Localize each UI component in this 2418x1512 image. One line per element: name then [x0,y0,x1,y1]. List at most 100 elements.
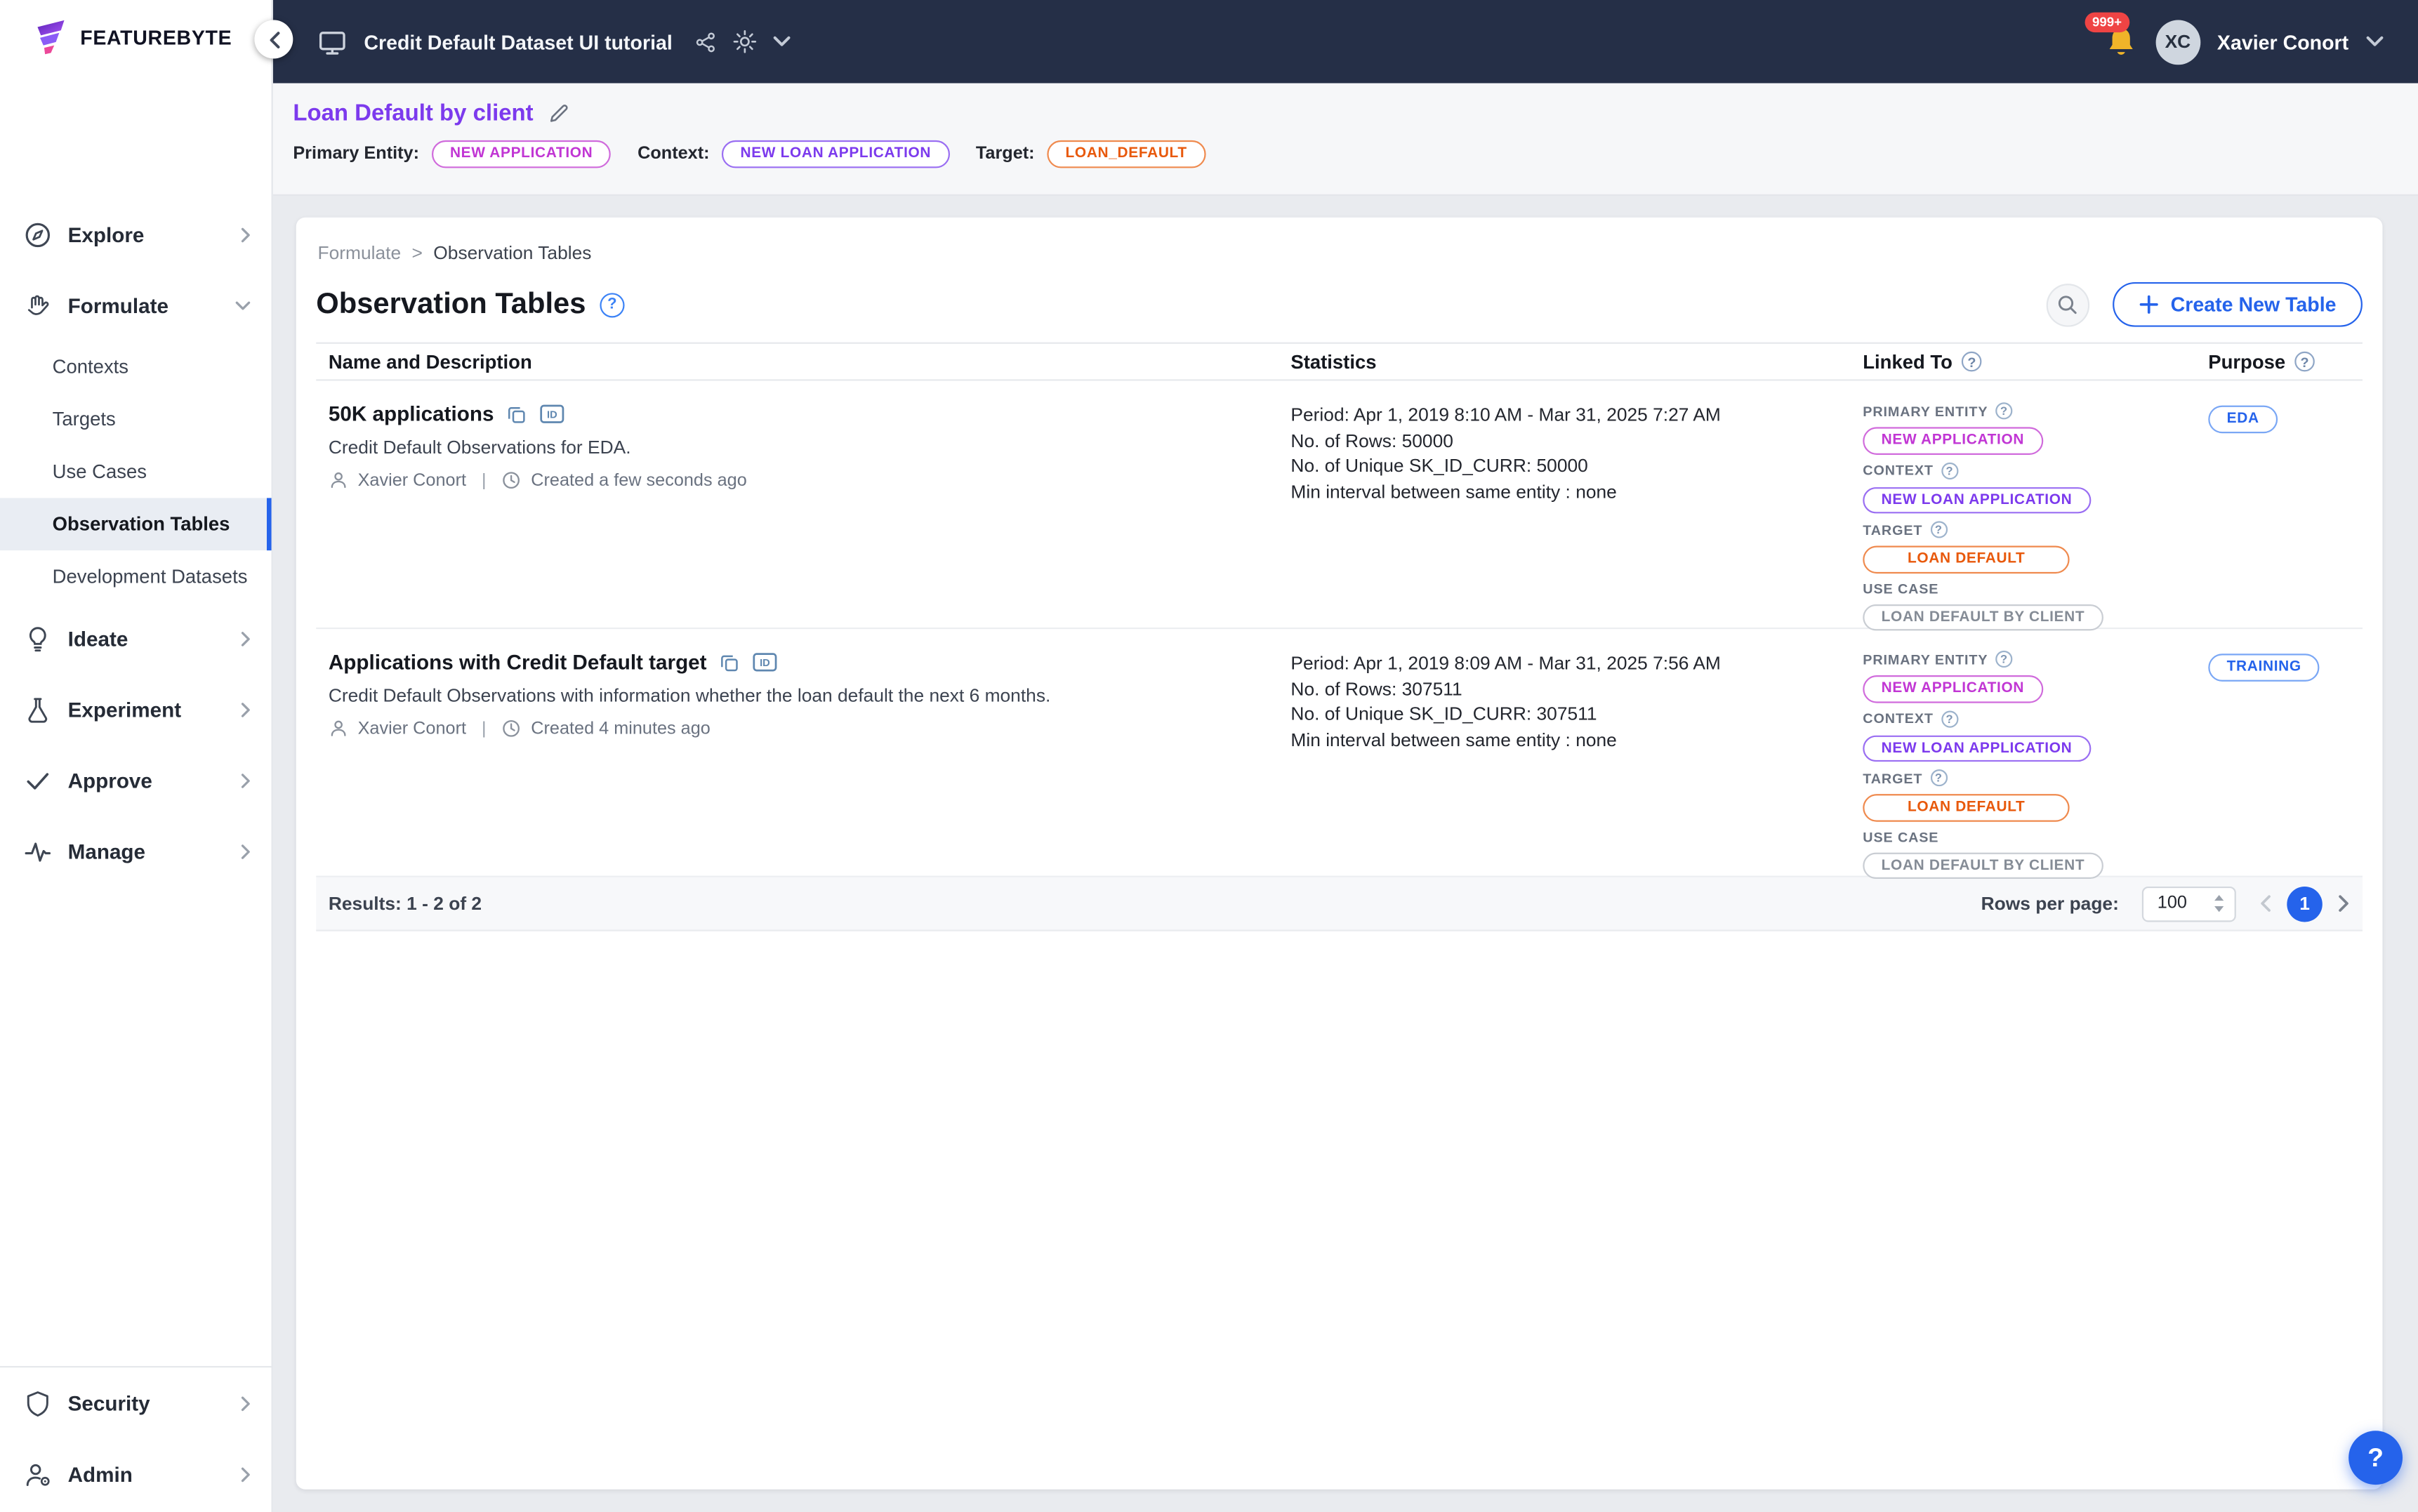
chevron-left-icon [267,30,280,48]
breadcrumb-parent[interactable]: Formulate [317,241,401,263]
column-header-label: Statistics [1290,351,1376,373]
previous-page-button[interactable] [2259,894,2272,913]
sidebar-item-formulate[interactable]: Formulate [0,270,272,340]
featurebyte-logo[interactable]: FEATUREBYTE [0,0,272,57]
help-icon[interactable]: ? [1962,352,1982,372]
chevron-right-icon [241,226,251,243]
chevron-right-icon [241,701,251,717]
sidebar-item-approve[interactable]: Approve [0,745,272,816]
help-icon[interactable]: ? [1995,651,2012,668]
stat-unique: No. of Unique SK_ID_CURR: 50000 [1290,453,1850,479]
copy-icon[interactable] [506,403,528,425]
cell-linked-to: PRIMARY ENTITY? NEW APPLICATION CONTEXT?… [1851,651,2196,887]
help-icon[interactable]: ? [600,292,624,317]
help-icon[interactable]: ? [1941,462,1958,479]
sidebar-item-admin[interactable]: Admin [0,1438,272,1509]
primary-entity-pill: NEW APPLICATION [432,140,612,167]
manage-pulse-icon [23,837,53,866]
next-page-button[interactable] [2338,894,2351,913]
chevron-right-icon [241,771,251,788]
clock-icon [502,719,522,739]
entity-row: Primary Entity: NEW APPLICATION Context:… [293,140,2418,167]
cell-statistics: Period: Apr 1, 2019 8:09 AM - Mar 31, 20… [1279,651,1851,887]
copy-id-icon[interactable]: ID [753,652,777,672]
author-separator: | [482,471,487,489]
topbar-actions [694,29,791,54]
copy-id-icon[interactable]: ID [540,404,564,424]
chevron-right-icon [241,1395,251,1412]
card-title-row: Observation Tables ? Create New Table [316,282,2363,327]
sidebar-collapse-button[interactable] [254,20,293,59]
avatar[interactable]: XC [2155,19,2200,64]
sidebar-item-contexts[interactable]: Contexts [0,340,272,393]
stat-rows: No. of Rows: 50000 [1290,428,1850,453]
column-header-purpose: Purpose ? [2196,351,2363,373]
sidebar-bottom-nav: Security Admin [0,1366,272,1509]
stat-unique: No. of Unique SK_ID_CURR: 307511 [1290,701,1850,727]
settings-gear-icon[interactable] [733,29,758,54]
search-button[interactable] [2046,283,2089,326]
help-icon[interactable]: ? [1995,402,2012,419]
linked-label: USE CASE [1863,581,1938,596]
sidebar-item-label: Use Cases [53,461,147,483]
sidebar-item-ideate[interactable]: Ideate [0,603,272,674]
help-icon[interactable]: ? [2294,352,2315,372]
stat-interval: Min interval between same entity : none [1290,727,1850,752]
formulate-submenu: Contexts Targets Use Cases Observation T… [0,340,272,602]
rows-per-page-select[interactable]: 100 [2142,886,2236,922]
table-row[interactable]: Applications with Credit Default target … [316,629,2363,877]
cell-statistics: Period: Apr 1, 2019 8:10 AM - Mar 31, 20… [1279,402,1851,638]
help-icon[interactable]: ? [1930,769,1947,786]
featurebyte-logo-icon [31,17,71,57]
column-header-label: Name and Description [329,351,532,373]
sidebar-item-use-cases[interactable]: Use Cases [0,446,272,498]
help-fab-button[interactable]: ? [2348,1431,2403,1485]
sidebar-item-manage[interactable]: Manage [0,816,272,887]
sidebar-item-experiment[interactable]: Experiment [0,674,272,745]
sidebar-item-observation-tables[interactable]: Observation Tables [0,498,272,550]
sidebar-item-label: Approve [68,769,241,792]
linked-label: CONTEXT [1863,463,1934,478]
sidebar-item-label: Development Datasets [53,566,248,588]
sidebar-item-explore[interactable]: Explore [0,199,272,270]
table-description: Credit Default Observations with informa… [329,684,1279,706]
cell-name-description: 50K applications ID Credit Default Obser… [316,402,1279,638]
created-time: Created 4 minutes ago [531,719,711,738]
notifications-button[interactable]: 999+ [2103,24,2139,60]
sidebar: FEATUREBYTE Explore Formulate [0,0,273,1512]
help-icon[interactable]: ? [1941,710,1958,727]
observation-tables-card: Formulate > Observation Tables Observati… [296,218,2383,1490]
sidebar-item-targets[interactable]: Targets [0,393,272,446]
chevron-down-icon[interactable] [2365,36,2384,48]
chevron-down-icon [234,300,251,310]
edit-pencil-icon[interactable] [547,102,570,125]
context-pill: NEW LOAN APPLICATION [1863,735,2090,762]
rows-per-page-label: Rows per page: [1981,893,2119,915]
target-pill: LOAN DEFAULT [1863,794,2070,821]
sidebar-item-label: Targets [53,409,116,430]
stat-period: Period: Apr 1, 2019 8:09 AM - Mar 31, 20… [1290,651,1850,676]
help-icon[interactable]: ? [1930,521,1947,538]
svg-text:ID: ID [548,410,558,421]
cell-purpose: EDA [2196,402,2363,638]
primary-entity-pill: NEW APPLICATION [1863,427,2042,453]
page-number-button[interactable]: 1 [2287,886,2323,922]
chevron-down-icon[interactable] [773,36,791,48]
create-new-table-button[interactable]: Create New Table [2112,282,2363,327]
sidebar-item-label: Manage [68,840,241,863]
table-row[interactable]: 50K applications ID Credit Default Obser… [316,381,2363,630]
sidebar-item-security[interactable]: Security [0,1367,272,1438]
formulate-icon [23,291,53,320]
sidebar-item-development-datasets[interactable]: Development Datasets [0,550,272,603]
search-icon [2056,293,2079,316]
approve-check-icon [23,766,53,795]
sidebar-item-label: Admin [68,1462,241,1485]
table-name: Applications with Credit Default target [329,651,707,674]
chevron-right-icon [241,630,251,646]
share-icon[interactable] [694,30,718,53]
created-time: Created a few seconds ago [531,471,747,489]
copy-icon[interactable] [719,651,741,673]
primary-entity-pill: NEW APPLICATION [1863,675,2042,702]
results-count: Results: 1 - 2 of 2 [329,893,482,915]
context-pill: NEW LOAN APPLICATION [722,140,949,167]
